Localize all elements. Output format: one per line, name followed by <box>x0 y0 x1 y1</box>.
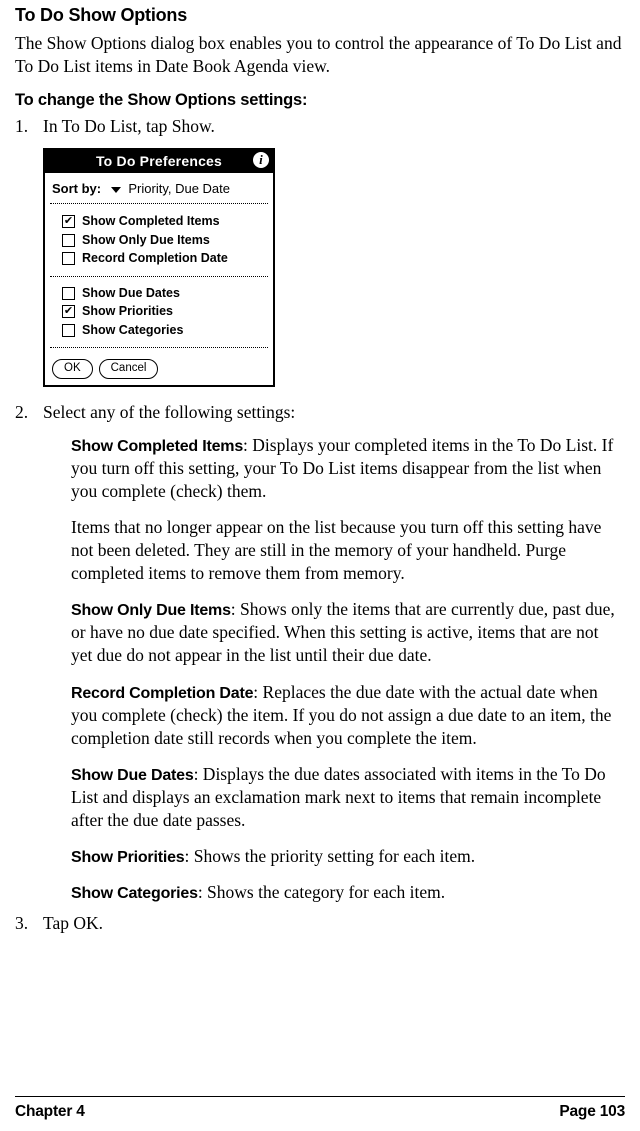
check-show-priorities[interactable]: Show Priorities <box>50 302 268 321</box>
checkbox-icon[interactable] <box>62 252 75 265</box>
footer-chapter: Chapter 4 <box>15 1102 85 1122</box>
check-show-completed[interactable]: Show Completed Items <box>50 212 268 231</box>
dialog-divider <box>50 347 268 348</box>
setting-memory-note: Items that no longer appear on the list … <box>71 516 621 585</box>
check-label: Show Categories <box>82 322 183 339</box>
dialog-title-bar: To Do Preferences i <box>45 150 273 173</box>
heading-todo-show-options: To Do Show Options <box>15 4 625 28</box>
setting-show-only-due: Show Only Due Items: Shows only the item… <box>71 598 621 667</box>
cancel-button[interactable]: Cancel <box>99 359 159 378</box>
step-2-text: Select any of the following settings: <box>43 401 295 424</box>
heading-change-settings: To change the Show Options settings: <box>15 90 625 112</box>
setting-text: : Shows the category for each item. <box>198 882 445 902</box>
setting-show-completed: Show Completed Items: Displays your comp… <box>71 434 621 503</box>
info-icon[interactable]: i <box>253 152 269 168</box>
setting-bold: Show Categories <box>71 885 198 902</box>
step-1-text: In To Do List, tap Show. <box>43 115 215 138</box>
setting-record-completion: Record Completion Date: Replaces the due… <box>71 681 621 750</box>
check-label: Show Only Due Items <box>82 232 210 249</box>
setting-bold: Show Due Dates <box>71 767 194 784</box>
check-record-completion[interactable]: Record Completion Date <box>50 249 268 268</box>
check-show-due-dates[interactable]: Show Due Dates <box>50 284 268 303</box>
sort-row[interactable]: Sort by: Priority, Due Date <box>50 177 268 204</box>
dialog-title-text: To Do Preferences <box>96 152 222 170</box>
check-label: Show Due Dates <box>82 285 180 302</box>
step-1: 1. In To Do List, tap Show. <box>15 115 625 138</box>
step-3: 3. Tap OK. <box>15 912 625 935</box>
setting-bold: Show Only Due Items <box>71 602 231 619</box>
check-group-1: Show Completed Items Show Only Due Items… <box>50 212 268 268</box>
step-2: 2. Select any of the following settings: <box>15 401 625 424</box>
setting-bold: Show Completed Items <box>71 438 243 455</box>
dialog-divider <box>50 276 268 277</box>
setting-text: Items that no longer appear on the list … <box>71 517 601 583</box>
page-footer: Chapter 4 Page 103 <box>15 1096 625 1122</box>
checkbox-icon[interactable] <box>62 215 75 228</box>
check-label: Record Completion Date <box>82 250 228 267</box>
check-show-categories[interactable]: Show Categories <box>50 321 268 340</box>
settings-descriptions: Show Completed Items: Displays your comp… <box>71 434 621 905</box>
dropdown-arrow-icon <box>111 187 121 193</box>
dialog-buttons: OK Cancel <box>50 355 268 378</box>
setting-show-priorities: Show Priorities: Shows the priority sett… <box>71 845 621 868</box>
step-3-text: Tap OK. <box>43 912 103 935</box>
setting-bold: Show Priorities <box>71 849 184 866</box>
checkbox-icon[interactable] <box>62 324 75 337</box>
setting-bold: Record Completion Date <box>71 685 253 702</box>
sort-value: Priority, Due Date <box>128 181 230 196</box>
check-label: Show Priorities <box>82 303 173 320</box>
todo-preferences-dialog: To Do Preferences i Sort by: Priority, D… <box>43 148 275 387</box>
step-2-number: 2. <box>15 401 43 424</box>
setting-text: : Shows the priority setting for each it… <box>184 846 475 866</box>
checkbox-icon[interactable] <box>62 305 75 318</box>
check-label: Show Completed Items <box>82 213 220 230</box>
intro-paragraph: The Show Options dialog box enables you … <box>15 32 625 78</box>
check-show-only-due[interactable]: Show Only Due Items <box>50 231 268 250</box>
ok-button[interactable]: OK <box>52 359 93 378</box>
step-3-number: 3. <box>15 912 43 935</box>
checkbox-icon[interactable] <box>62 234 75 247</box>
step-1-number: 1. <box>15 115 43 138</box>
setting-show-due-dates: Show Due Dates: Displays the due dates a… <box>71 763 621 832</box>
sort-label: Sort by: <box>52 181 101 196</box>
setting-show-categories: Show Categories: Shows the category for … <box>71 881 621 904</box>
checkbox-icon[interactable] <box>62 287 75 300</box>
footer-page: Page 103 <box>559 1102 625 1122</box>
check-group-2: Show Due Dates Show Priorities Show Cate… <box>50 284 268 340</box>
